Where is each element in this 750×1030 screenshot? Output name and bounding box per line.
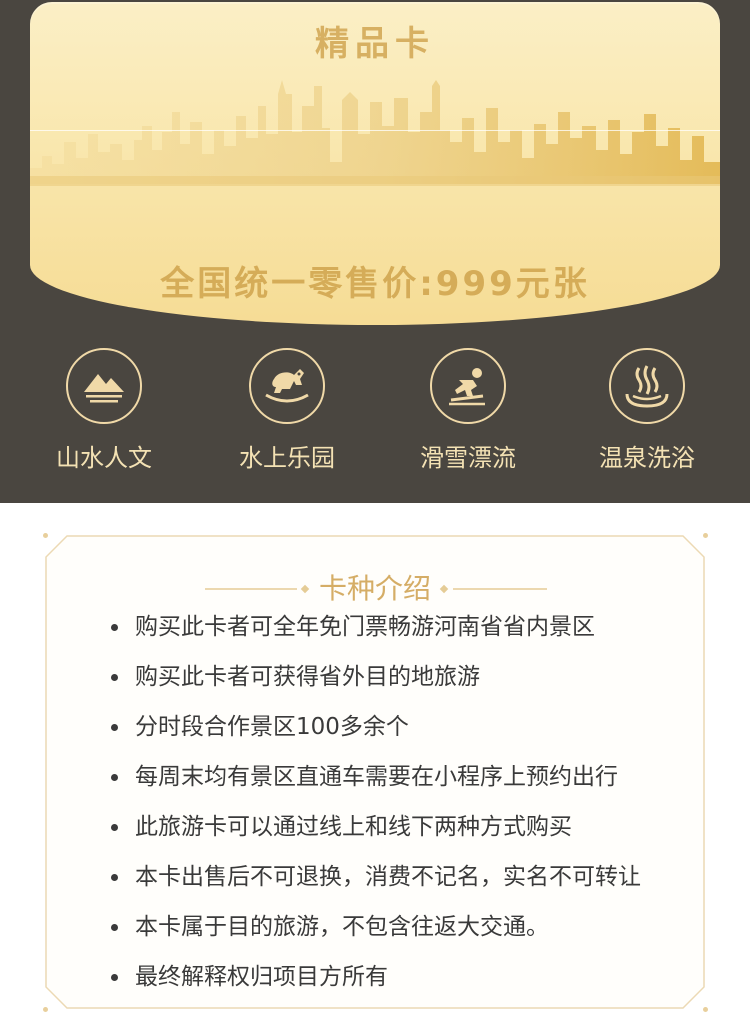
card-price: 全国统一零售价:999元张 (160, 264, 590, 304)
list-item-text: 每周末均有景区直通车需要在小程序上预约出行 (135, 764, 618, 790)
category-label: 山水人文 (56, 444, 152, 472)
hot-spring-icon (609, 348, 685, 424)
bullet-icon (111, 974, 118, 981)
skier-icon (430, 348, 506, 424)
bullet-icon (111, 674, 118, 681)
bullet-icon (111, 824, 118, 831)
bullet-icon (111, 924, 118, 931)
category-label: 水上乐园 (239, 444, 335, 472)
card-divider-line (30, 130, 720, 131)
category-label: 滑雪漂流 (420, 444, 516, 472)
city-skyline-graphic (30, 80, 720, 186)
panel-title: 卡种介绍 (318, 572, 431, 605)
list-item-text: 购买此卡者可获得省外目的地旅游 (135, 664, 480, 690)
list-item: 本卡属于目的旅游，不包含往返大交通。 (111, 912, 641, 962)
category-label: 温泉洗浴 (599, 444, 695, 472)
category-water-park[interactable]: 水上乐园 (212, 348, 362, 473)
list-item: 最终解释权归项目方所有 (111, 962, 641, 1012)
membership-card[interactable]: 精品卡 全国统一零售价:999元张 (30, 2, 720, 325)
rocking-horse-icon (249, 348, 325, 424)
bullet-icon (111, 624, 118, 631)
list-item-text: 本卡属于目的旅游，不包含往返大交通。 (135, 914, 549, 940)
card-title: 精品卡 (315, 24, 435, 64)
bullet-icon (111, 724, 118, 731)
category-landscape[interactable]: 山水人文 (29, 348, 179, 473)
page: 精品卡 全国统一零售价:999元张 山水人文 水上乐园 滑雪漂流 温泉洗浴 卡种… (0, 0, 750, 1030)
list-item-text: 此旅游卡可以通过线上和线下两种方式购买 (135, 814, 572, 840)
list-item-text: 分时段合作景区100多余个 (135, 714, 409, 740)
intro-list: 购买此卡者可全年免门票畅游河南省省内景区 购买此卡者可获得省外目的地旅游 分时段… (111, 612, 641, 1012)
list-item: 购买此卡者可获得省外目的地旅游 (111, 662, 641, 712)
list-item-text: 购买此卡者可全年免门票畅游河南省省内景区 (135, 614, 595, 640)
list-item: 每周末均有景区直通车需要在小程序上预约出行 (111, 762, 641, 812)
list-item-text: 最终解释权归项目方所有 (135, 964, 388, 990)
header: 精品卡 全国统一零售价:999元张 山水人文 水上乐园 滑雪漂流 温泉洗浴 (0, 0, 750, 503)
category-ski-rafting[interactable]: 滑雪漂流 (393, 348, 543, 473)
list-item: 分时段合作景区100多余个 (111, 712, 641, 762)
list-item: 此旅游卡可以通过线上和线下两种方式购买 (111, 812, 641, 862)
bullet-icon (111, 774, 118, 781)
mountain-icon (66, 348, 142, 424)
list-item-text: 本卡出售后不可退换，消费不记名，实名不可转让 (135, 864, 641, 890)
title-right-ornament (439, 584, 547, 594)
list-item: 购买此卡者可全年免门票畅游河南省省内景区 (111, 612, 641, 662)
category-hot-spring[interactable]: 温泉洗浴 (572, 348, 722, 473)
list-item: 本卡出售后不可退换，消费不记名，实名不可转让 (111, 862, 641, 912)
bullet-icon (111, 874, 118, 881)
card-intro-panel: 卡种介绍 购买此卡者可全年免门票畅游河南省省内景区 购买此卡者可获得省外目的地旅… (45, 535, 705, 1009)
